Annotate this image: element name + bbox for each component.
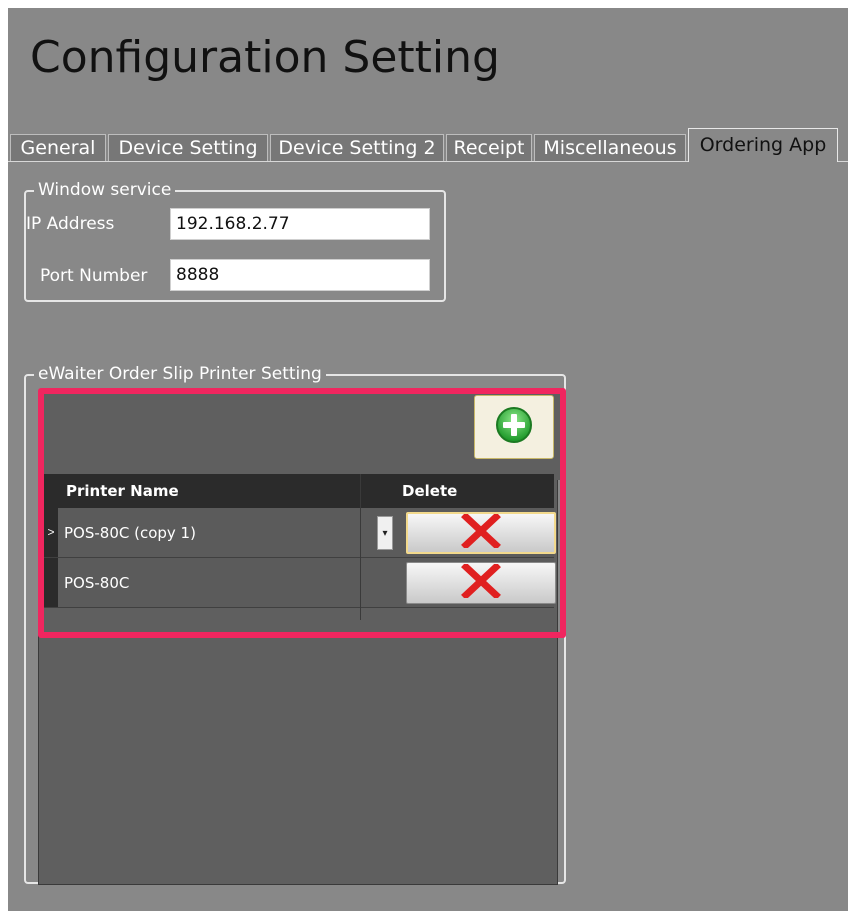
annotation-highlight-box	[38, 388, 566, 638]
configuration-window: Configuration Setting General Device Set…	[8, 8, 848, 911]
page-title: Configuration Setting	[30, 32, 500, 83]
tab-device-setting-2[interactable]: Device Setting 2	[270, 134, 444, 161]
window-service-legend: Window service	[34, 180, 176, 200]
tab-receipt[interactable]: Receipt	[446, 134, 532, 161]
ip-address-label: IP Address	[26, 214, 115, 234]
port-number-field[interactable]	[170, 259, 430, 291]
tab-ordering-app[interactable]: Ordering App	[688, 128, 838, 162]
tab-general[interactable]: General	[10, 134, 106, 161]
tab-miscellaneous[interactable]: Miscellaneous	[534, 134, 686, 161]
ip-address-field[interactable]	[170, 208, 430, 240]
printer-setting-legend: eWaiter Order Slip Printer Setting	[34, 364, 326, 384]
tab-bar: General Device Setting Device Setting 2 …	[8, 128, 848, 162]
tab-device-setting[interactable]: Device Setting	[108, 134, 268, 161]
port-number-label: Port Number	[40, 266, 148, 286]
